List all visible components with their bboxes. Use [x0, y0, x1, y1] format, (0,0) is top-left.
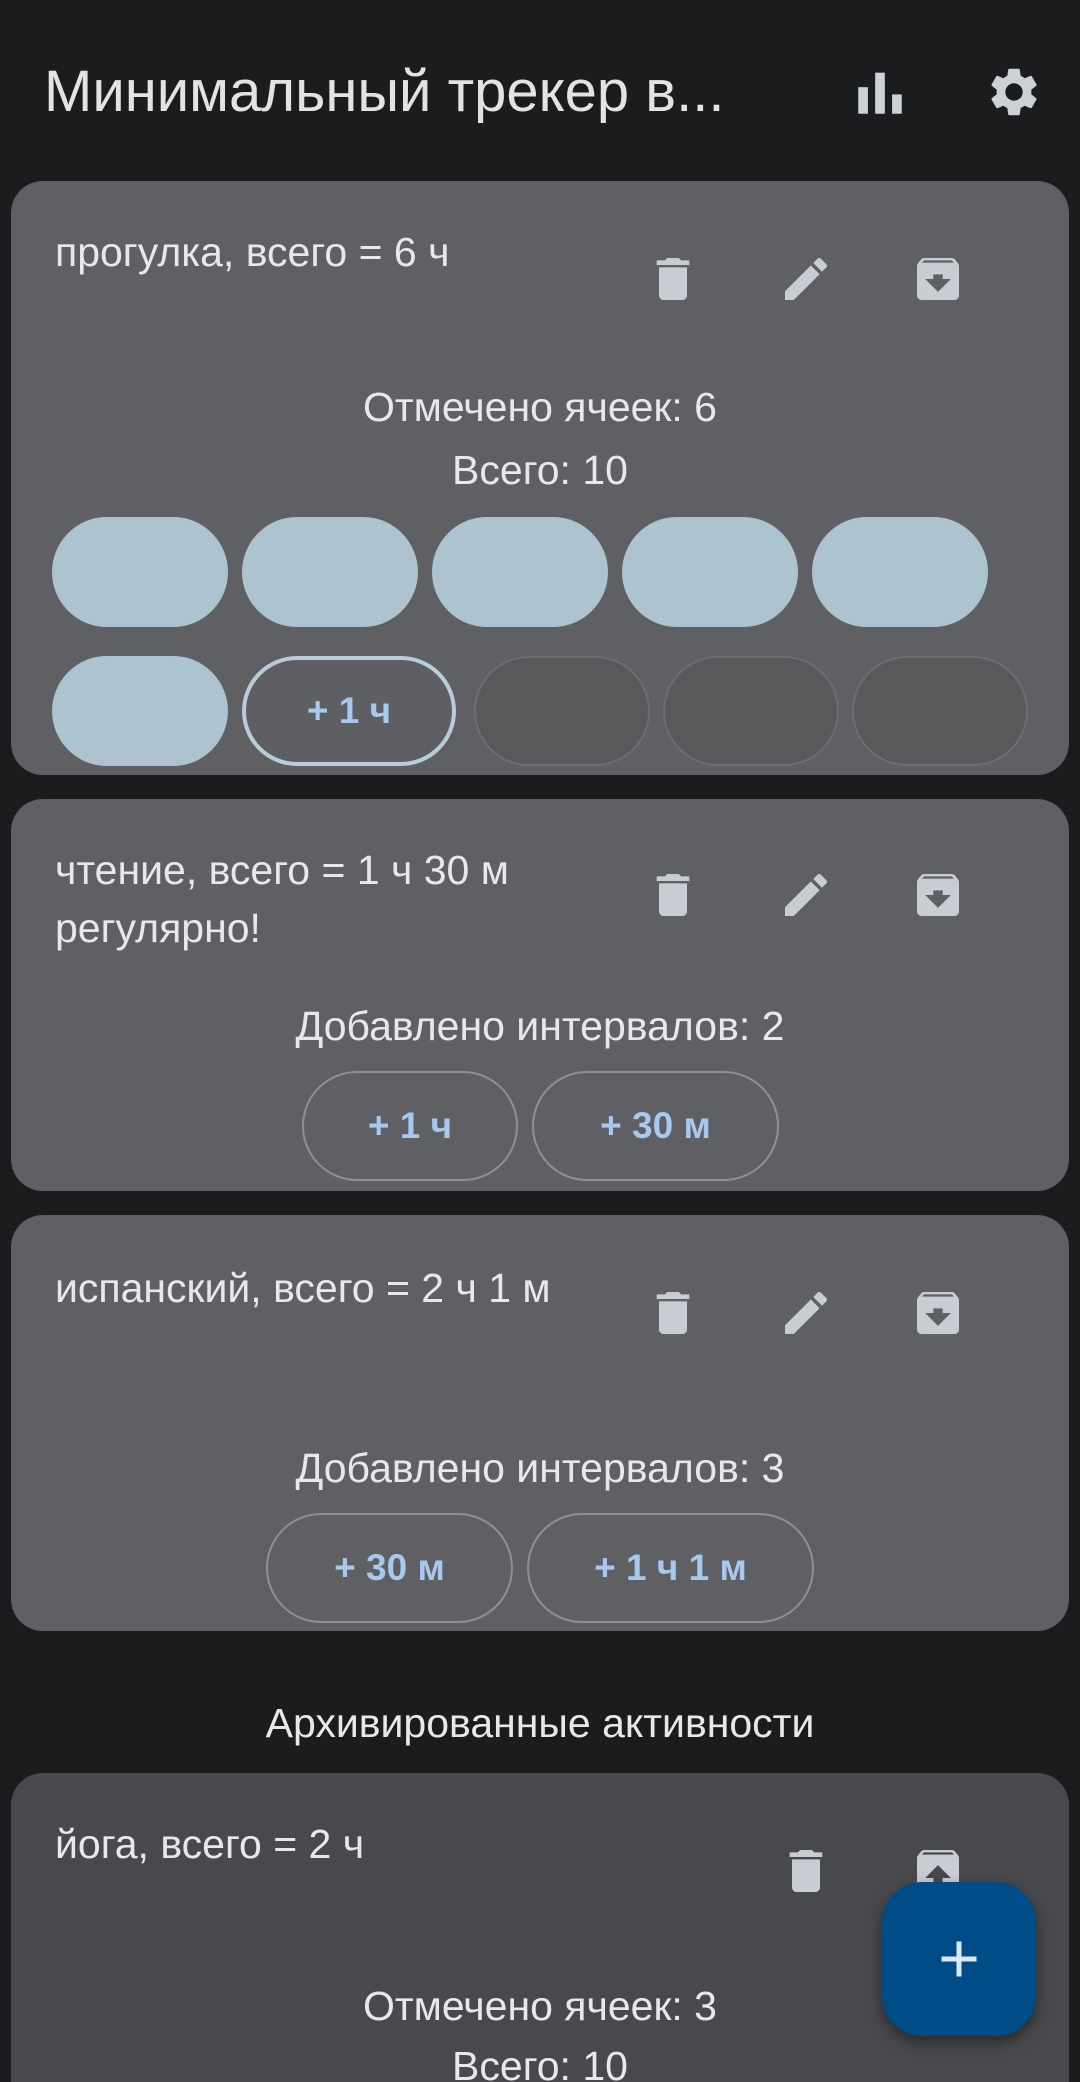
trash-icon: [656, 258, 690, 300]
tracker-cell-filled: [242, 517, 418, 627]
tracker-cell-filled: [52, 656, 228, 766]
pencil-icon: [785, 873, 828, 916]
gear-icon: [991, 68, 1037, 116]
interval-button[interactable]: + 30 м: [532, 1071, 779, 1181]
pencil-icon: [785, 1291, 828, 1334]
plus-icon: [941, 1941, 977, 1977]
edit-button[interactable]: [770, 1277, 842, 1349]
delete-button[interactable]: [637, 859, 709, 931]
activity-card-reading: чтение, всего = 1 ч 30 м регулярно! Доба…: [11, 799, 1069, 1191]
settings-button[interactable]: [982, 60, 1046, 124]
activity-title: чтение, всего = 1 ч 30 м регулярно!: [55, 847, 509, 951]
tracker-cell-empty: [852, 656, 1028, 766]
activity-title: испанский, всего = 2 ч 1 м: [55, 1265, 551, 1311]
delete-button[interactable]: [637, 1277, 709, 1349]
total-cells-count: Всего: 10: [452, 2043, 628, 2082]
top-app-bar: Минимальный трекер в...: [0, 0, 1080, 180]
interval-button[interactable]: + 30 м: [266, 1513, 513, 1623]
bar-chart-icon: [858, 72, 902, 114]
archived-section-title: Архивированные активности: [265, 1700, 815, 1746]
interval-button[interactable]: + 1 ч: [302, 1071, 518, 1181]
activity-card-walk: прогулка, всего = 6 ч Отмечено ячеек: 6 …: [11, 181, 1069, 775]
trash-icon: [656, 1292, 690, 1334]
edit-button[interactable]: [770, 243, 842, 315]
archive-icon: [917, 1292, 959, 1334]
add-activity-button[interactable]: [882, 1882, 1036, 2036]
archive-icon: [917, 874, 959, 916]
intervals-count: Добавлено интервалов: 2: [295, 1003, 785, 1049]
tracker-cell-filled: [622, 517, 798, 627]
pencil-icon: [785, 257, 828, 300]
tracker-cell-filled: [52, 517, 228, 627]
tracker-cell-filled: [812, 517, 988, 627]
activity-title: прогулка, всего = 6 ч: [55, 229, 450, 275]
interval-button[interactable]: + 1 ч 1 м: [527, 1513, 814, 1623]
archive-button[interactable]: [902, 243, 974, 315]
tracker-cell-filled: [432, 517, 608, 627]
activity-title: йога, всего = 2 ч: [55, 1821, 365, 1867]
trash-icon: [656, 874, 690, 916]
app-title: Минимальный трекер в...: [44, 59, 725, 124]
add-cell-button[interactable]: + 1 ч: [242, 656, 456, 766]
trash-icon: [789, 1850, 823, 1892]
tracker-cell-empty: [663, 656, 839, 766]
activity-card-spanish: испанский, всего = 2 ч 1 м Добавлено инт…: [11, 1215, 1069, 1631]
delete-button[interactable]: [637, 243, 709, 315]
archive-button[interactable]: [902, 859, 974, 931]
intervals-count: Добавлено интервалов: 3: [295, 1445, 785, 1491]
tracker-cell-empty: [474, 656, 650, 766]
archive-button[interactable]: [902, 1277, 974, 1349]
checked-cells-count: Отмечено ячеек: 6: [363, 384, 717, 430]
app-screen: Минимальный трекер в... прогулка, всего …: [0, 0, 1080, 2082]
archive-icon: [917, 258, 959, 300]
edit-button[interactable]: [770, 859, 842, 931]
total-cells-count: Всего: 10: [452, 447, 628, 493]
delete-button[interactable]: [770, 1835, 842, 1907]
statistics-button[interactable]: [848, 60, 912, 124]
